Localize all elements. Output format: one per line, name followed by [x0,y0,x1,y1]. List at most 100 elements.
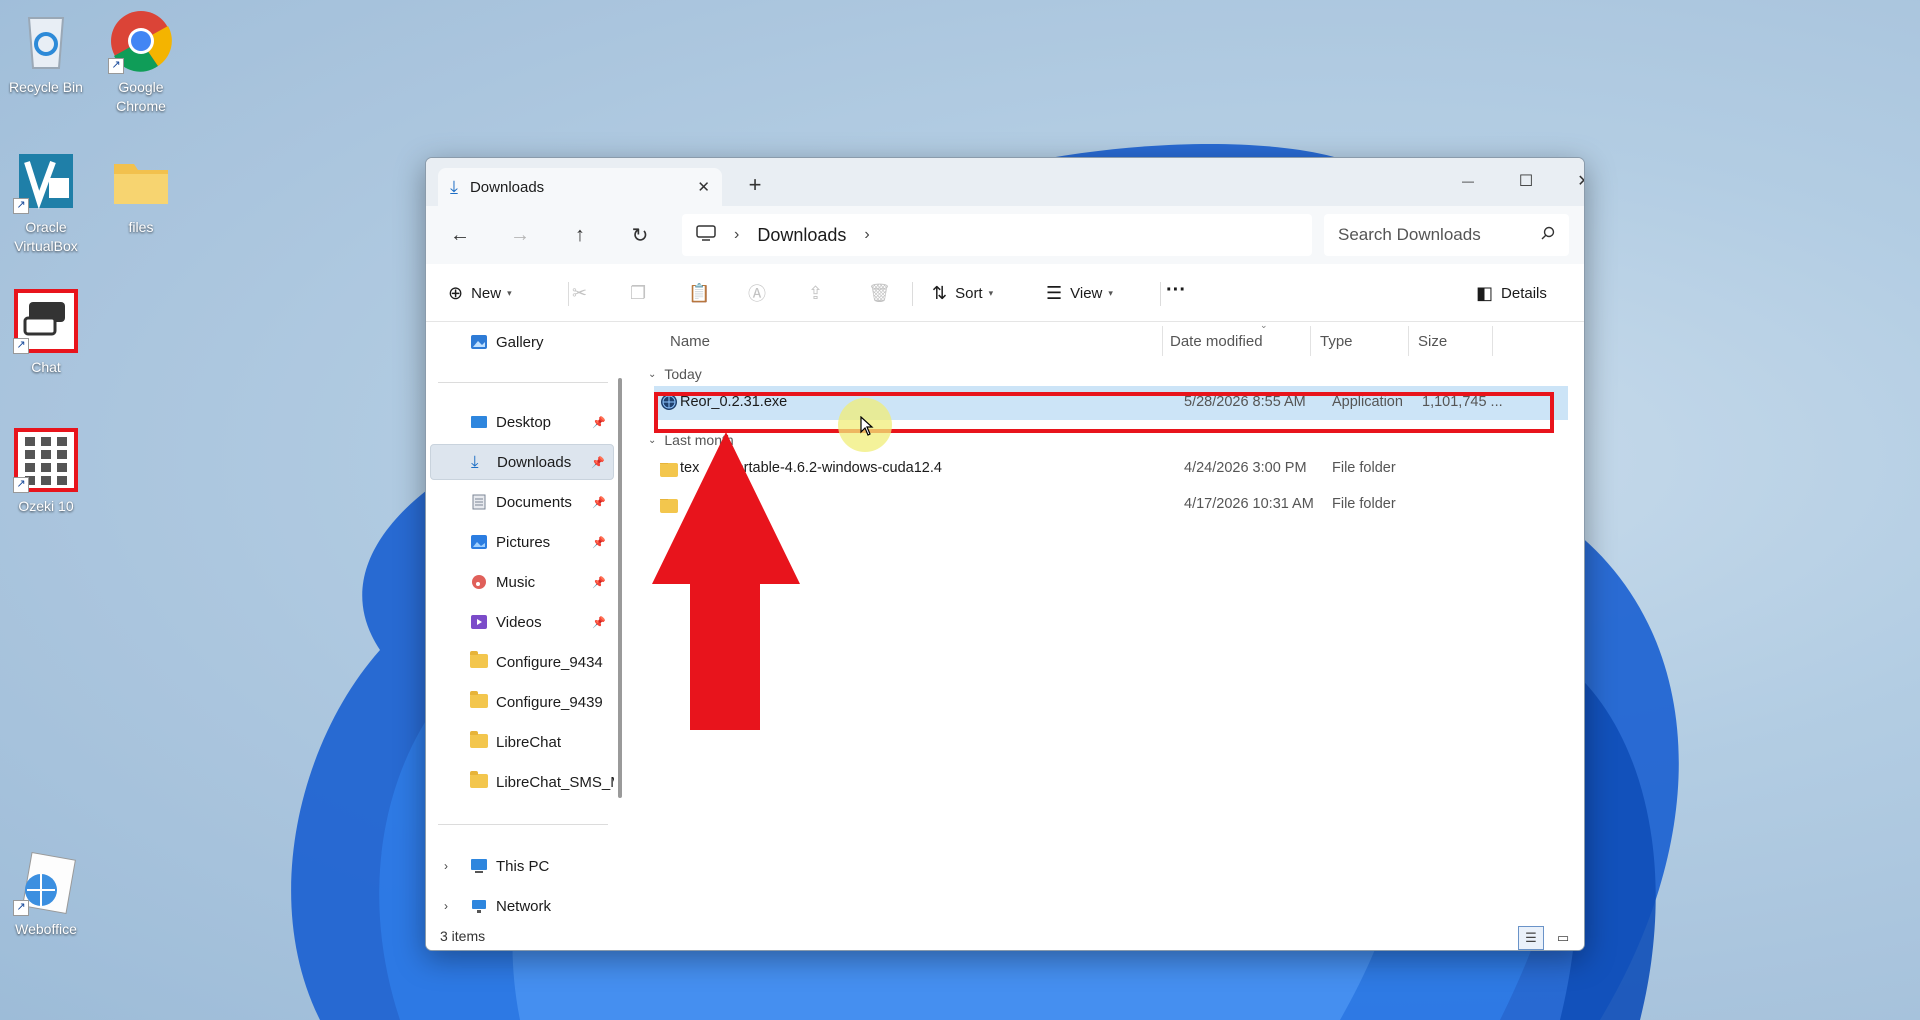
chevron-down-icon: ⌄ [648,368,657,380]
chevron-down-icon: ▾ [1108,287,1113,298]
column-divider[interactable] [1408,326,1409,356]
desktop-icon-label: Weboffice [15,921,77,937]
pin-icon[interactable]: 📌 [592,576,606,589]
pin-icon[interactable]: 📌 [592,536,606,549]
desktop-icon-recycle-bin[interactable]: Recycle Bin [0,8,92,97]
desktop-icon-label: Chat [31,359,61,375]
pin-icon[interactable]: 📌 [591,456,605,469]
search-icon [1541,225,1555,245]
mouse-cursor-icon [860,415,874,439]
folder-icon [470,651,488,670]
chevron-down-icon: ▾ [507,287,512,298]
cut-button[interactable]: ✂ [572,276,595,310]
desktop-icon-ozeki[interactable]: ↗ Ozeki 10 [0,427,92,516]
column-divider[interactable] [1162,326,1163,356]
group-header-today[interactable]: ⌄ Today [648,366,702,382]
weboffice-icon: ↗ [13,850,79,916]
search-input[interactable]: Search Downloads [1338,225,1541,245]
ozeki-icon: ↗ [13,427,79,493]
more-options-button[interactable]: ··· [1166,273,1186,307]
column-header-type[interactable]: Type [1320,322,1353,360]
sidebar-item-videos[interactable]: Videos 📌 [430,604,614,640]
status-bar: 3 items ☰ ▭ [426,920,1584,950]
rename-button[interactable]: Ⓐ [748,276,774,310]
chevron-right-icon[interactable]: › [444,859,448,873]
tiles-view-toggle[interactable]: ▭ [1550,926,1576,950]
column-header-name[interactable]: Name [670,322,710,360]
desktop-icon-chat[interactable]: ↗ Chat [0,288,92,377]
sidebar-scrollbar[interactable] [618,378,622,798]
pictures-icon [470,534,488,550]
search-box[interactable]: Search Downloads [1324,214,1569,256]
pin-icon[interactable]: 📌 [592,616,606,629]
desktop-icon-label: Recycle Bin [9,79,83,95]
view-button[interactable]: ☰ View ▾ [1046,276,1113,310]
sidebar-item-pictures[interactable]: Pictures 📌 [430,524,614,560]
item-count: 3 items [440,928,486,944]
pin-icon[interactable]: 📌 [592,496,606,509]
title-bar: ⤓ Downloads ✕ + — ☐ ✕ [426,158,1584,206]
sidebar-item-configure-9439[interactable]: Configure_9439 [430,684,614,720]
sidebar-item-desktop[interactable]: Desktop 📌 [430,404,614,440]
network-icon [470,898,488,914]
chevron-right-icon: › [734,226,740,243]
shortcut-arrow-icon: ↗ [13,198,29,214]
sort-indicator-icon: ⌄ [1260,320,1268,330]
column-divider[interactable] [1492,326,1493,356]
new-button[interactable]: ⊕ New ▾ [448,276,512,310]
desktop-icon-chrome[interactable]: ↗ Google Chrome [95,8,187,116]
new-tab-button[interactable]: + [738,172,772,198]
share-button[interactable]: ⇪ [808,276,831,310]
virtualbox-icon: ↗ [13,148,79,214]
up-button[interactable]: ↑ [562,218,598,252]
highlight-box-annotation [654,392,1554,433]
breadcrumb-downloads[interactable]: Downloads [757,225,846,246]
divider [912,282,913,306]
red-arrow-annotation [652,432,800,730]
sidebar-item-this-pc[interactable]: › This PC [430,848,614,884]
delete-button[interactable]: 🗑 [868,276,899,310]
chrome-icon: ↗ [108,8,174,74]
shortcut-arrow-icon: ↗ [108,58,124,74]
sidebar-item-music[interactable]: Music 📌 [430,564,614,600]
sidebar-item-network[interactable]: › Network [430,888,614,924]
forward-button[interactable]: → [502,218,538,252]
column-divider[interactable] [1310,326,1311,356]
back-button[interactable]: ← [442,218,478,252]
plus-circle-icon: ⊕ [448,282,464,303]
sidebar-item-downloads[interactable]: ⤓ Downloads 📌 [430,444,614,480]
tab-downloads[interactable]: ⤓ Downloads ✕ [438,168,722,206]
chevron-right-icon[interactable]: › [864,226,869,244]
desktop-icon-virtualbox[interactable]: ↗ Oracle VirtualBox [0,148,92,256]
folder-icon [470,731,488,750]
sort-button[interactable]: ⇅ Sort ▾ [932,276,993,310]
sidebar-item-documents[interactable]: Documents 📌 [430,484,614,520]
column-header-size[interactable]: Size [1418,322,1447,360]
recycle-bin-icon [13,8,79,74]
sidebar-item-gallery[interactable]: Gallery [430,324,614,360]
this-pc-icon [470,858,488,874]
sidebar-item-librechat-sms[interactable]: LibreChat_SMS_M [430,764,614,800]
chevron-right-icon[interactable]: › [444,899,448,913]
paste-button[interactable]: 📋 [688,276,718,310]
column-header-date[interactable]: Date modified [1170,322,1263,360]
pin-icon[interactable]: 📌 [592,416,606,429]
divider [568,282,569,306]
refresh-button[interactable]: ↻ [622,218,658,252]
file-date: 4/24/2026 3:00 PM [1184,460,1307,476]
address-bar[interactable]: › Downloads › [682,214,1312,256]
sidebar-item-configure-9434[interactable]: Configure_9434 [430,644,614,680]
minimize-button[interactable]: — [1440,164,1496,198]
details-button[interactable]: ◧ Details [1476,276,1547,310]
file-date: 4/17/2026 10:31 AM [1184,496,1314,512]
maximize-button[interactable]: ☐ [1498,164,1554,198]
copy-button[interactable]: ❐ [630,276,654,310]
desktop-icon-files[interactable]: files [95,148,187,237]
desktop-icon-label: Ozeki 10 [18,498,74,514]
close-tab-icon[interactable]: ✕ [697,178,710,196]
sidebar-item-librechat[interactable]: LibreChat [430,724,614,760]
share-icon: ⇪ [808,282,824,303]
close-button[interactable]: ✕ [1556,164,1584,198]
desktop-icon-weboffice[interactable]: ↗ Weboffice [0,850,92,939]
details-view-toggle[interactable]: ☰ [1518,926,1544,950]
